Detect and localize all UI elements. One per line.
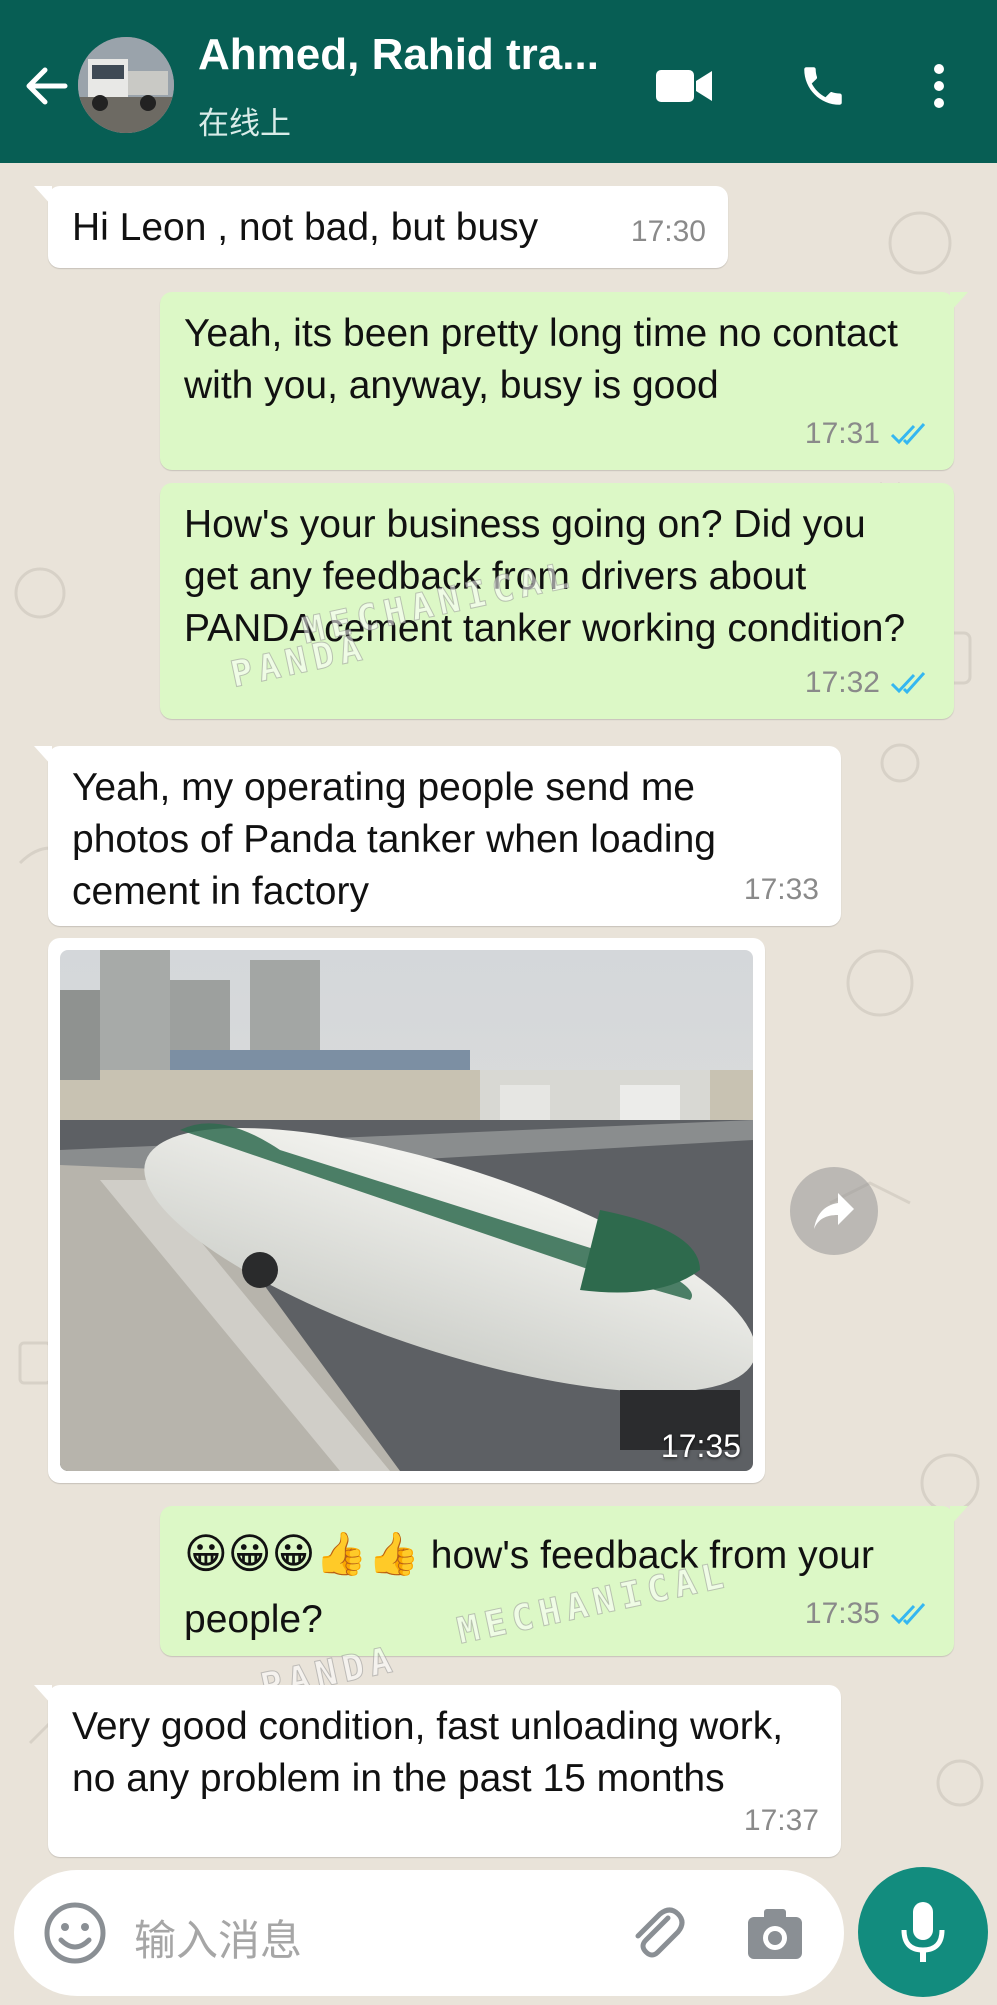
forward-button[interactable] (790, 1167, 878, 1255)
contact-avatar[interactable] (78, 37, 174, 133)
attach-icon[interactable] (624, 1900, 690, 1966)
voice-call-icon[interactable] (792, 55, 854, 117)
message-text: Very good condition, fast unloading work… (72, 1705, 784, 1800)
forward-icon (814, 1193, 854, 1229)
video-call-icon[interactable] (654, 55, 716, 117)
message-input[interactable]: 输入消息 (14, 1870, 844, 1996)
message-text: Hi Leon , not bad, but busy (72, 206, 539, 249)
more-options-icon[interactable] (908, 55, 970, 117)
message-timestamp: 17:37 (743, 1804, 819, 1837)
message-timestamp: 17:30 (630, 215, 706, 248)
message-composer: 输入消息 (0, 1863, 997, 2005)
bubble-tail (34, 186, 52, 206)
emoji-sequence: 😀😀😀👍👍 (184, 1530, 420, 1577)
message-time: 17:32 (805, 657, 932, 709)
read-ticks-icon (890, 1602, 926, 1626)
message-outgoing[interactable]: 😀😀😀👍👍 how's feedback from your people? 1… (160, 1506, 968, 1656)
chat-header: Ahmed, Rahid tra... 在线上 (0, 0, 997, 163)
camera-icon[interactable] (744, 1903, 806, 1965)
chat-area[interactable]: Hi Leon , not bad, but busy 17:30 Yeah, … (0, 163, 997, 1863)
contact-status: 在线上 (198, 106, 291, 141)
message-timestamp: 17:35 (660, 1428, 741, 1464)
emoji-icon[interactable] (42, 1900, 108, 1966)
message-outgoing[interactable]: Yeah, its been pretty long time no conta… (160, 292, 968, 470)
microphone-button[interactable] (858, 1867, 988, 1997)
message-timestamp: 17:35 (804, 1597, 880, 1630)
message-time: 17:31 (805, 408, 932, 460)
read-ticks-icon (890, 422, 926, 446)
message-incoming[interactable]: Yeah, my operating people send me photos… (34, 746, 841, 926)
message-incoming[interactable]: Very good condition, fast unloading work… (34, 1685, 841, 1857)
message-incoming[interactable]: Hi Leon , not bad, but busy 17:30 (34, 186, 728, 268)
tanker-photo[interactable] (60, 950, 753, 1471)
message-text: Yeah, its been pretty long time no conta… (184, 312, 899, 407)
bubble-tail (950, 292, 968, 312)
bubble-tail (34, 1685, 52, 1705)
message-timestamp: 17:32 (804, 666, 880, 699)
message-image[interactable]: 17:35 (48, 938, 765, 1483)
message-time: 17:37 (744, 1795, 819, 1847)
bubble-tail (34, 746, 52, 766)
read-ticks-icon (890, 671, 926, 695)
back-arrow-icon[interactable] (18, 58, 74, 114)
microphone-icon (901, 1902, 945, 1962)
message-timestamp: 17:33 (743, 873, 819, 906)
message-text: Yeah, my operating people send me photos… (72, 766, 716, 913)
message-time: 17:30 (631, 206, 706, 258)
message-input-placeholder: 输入消息 (134, 1917, 303, 1964)
message-timestamp: 17:31 (804, 417, 880, 450)
message-time: 17:35 (805, 1582, 932, 1646)
message-time: 17:33 (744, 864, 819, 916)
bubble-tail (950, 1506, 968, 1526)
contact-name[interactable]: Ahmed, Rahid tra... (198, 30, 599, 80)
